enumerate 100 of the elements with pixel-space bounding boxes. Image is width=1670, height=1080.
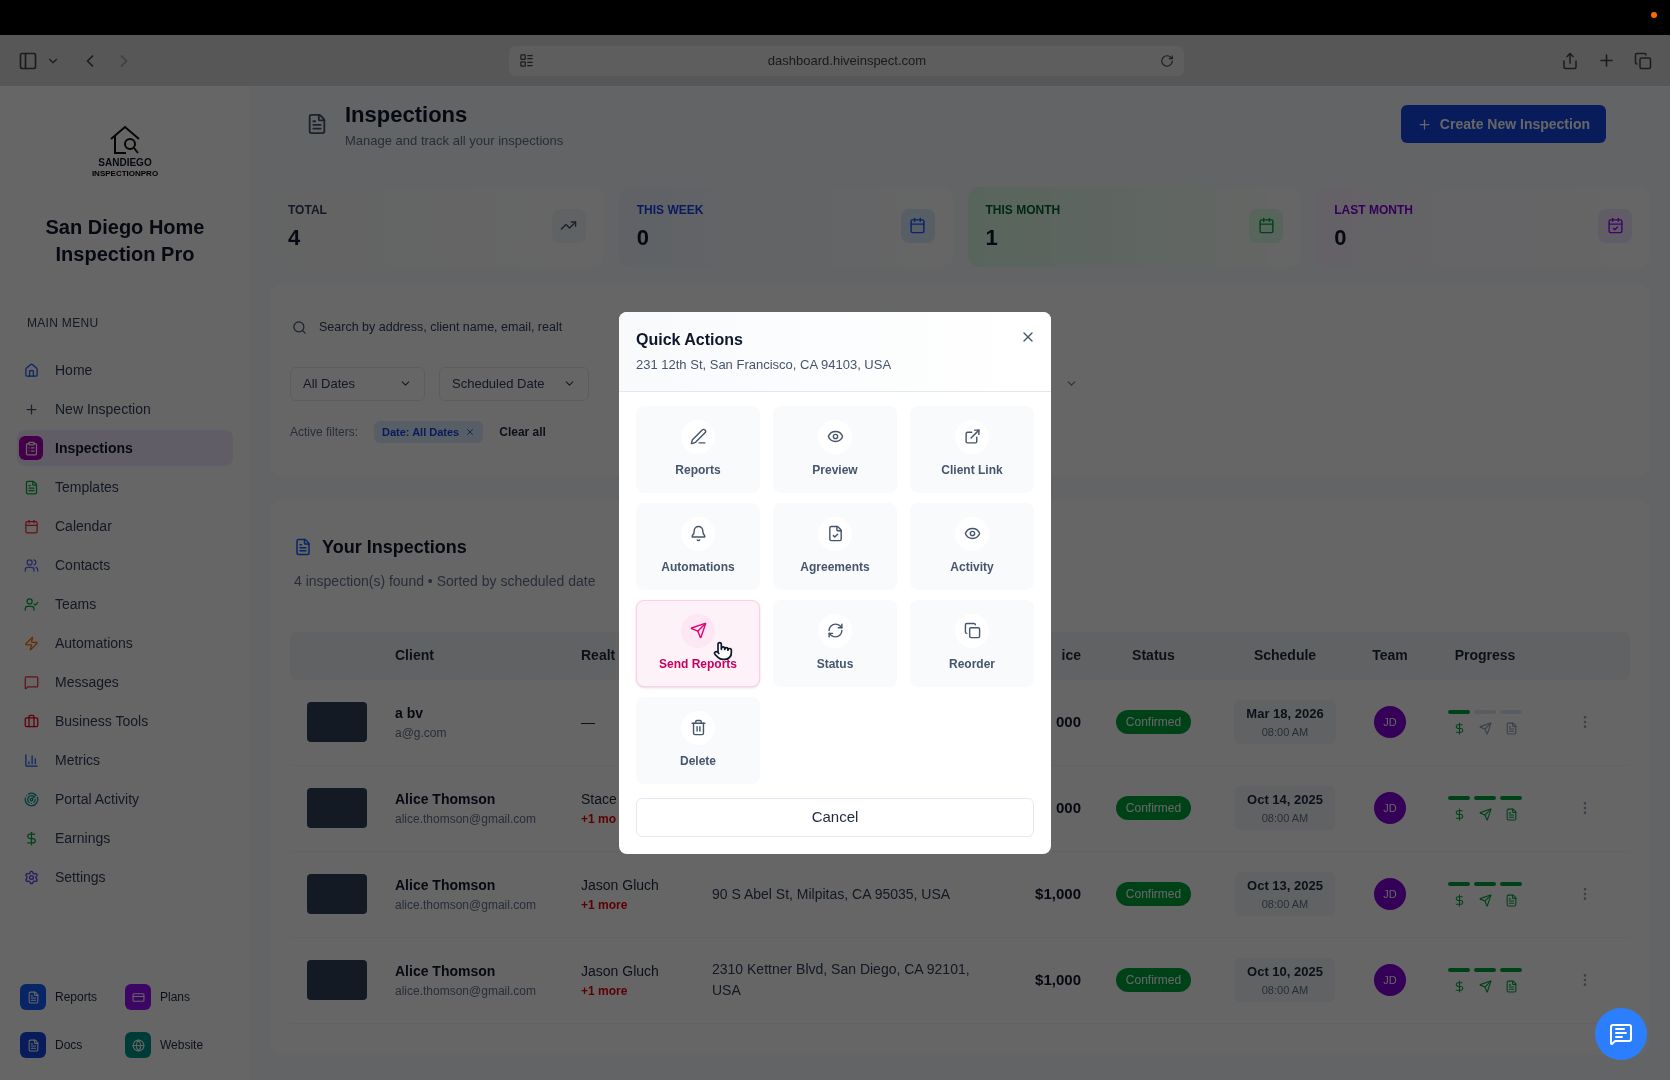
sidebar-item[interactable]: Business Tools (17, 703, 233, 739)
search-icon (292, 320, 307, 335)
sidebar-item[interactable]: Templates (17, 469, 233, 505)
sidebar-item[interactable]: Automations (17, 625, 233, 661)
photo-placeholder (307, 702, 367, 742)
clipboard-icon (19, 436, 43, 460)
copy-icon (963, 622, 981, 640)
dialog-subtitle: 231 12th St, San Francisco, CA 94103, USA (636, 356, 893, 375)
document-icon (1504, 979, 1518, 993)
team-avatar: JD (1374, 792, 1406, 824)
date-field-dropdown[interactable]: Scheduled Date (439, 366, 589, 401)
client-name: Alice Thomson (395, 961, 497, 981)
calendar-icon (900, 208, 935, 243)
client-name: a bv (395, 703, 424, 723)
stat-value: 0 (1334, 223, 1348, 252)
stat-label: THIS WEEK (636, 201, 704, 219)
logo-text: SANDIEGO (98, 158, 152, 168)
sidebar-item[interactable]: Teams (17, 586, 233, 622)
status-badge: Confirmed (1115, 796, 1192, 820)
column-header: Schedule (1252, 646, 1318, 665)
send-icon (1478, 979, 1492, 993)
column-header: Realt (580, 646, 617, 665)
column-header: Status (1131, 646, 1176, 665)
active-filters-label: Active filters: (290, 423, 358, 441)
date-range-dropdown[interactable]: All Dates (290, 366, 425, 401)
team-avatar: JD (1374, 706, 1406, 738)
sidebar-item[interactable]: Metrics (17, 742, 233, 778)
status-badge: Confirmed (1115, 882, 1192, 906)
shortcut-link[interactable]: Website (125, 1032, 230, 1058)
column-header: Team (1371, 646, 1409, 665)
page-subtitle: Manage and track all your inspections (345, 132, 564, 150)
stat-label: LAST MONTH (1334, 201, 1413, 219)
quick-action-tile[interactable]: Status (773, 599, 897, 687)
quick-action-tile[interactable]: Agreements (773, 502, 897, 590)
globe-icon (125, 1032, 151, 1058)
logo-subtext: INSPECTIONPRO (91, 170, 159, 178)
document-icon (20, 984, 46, 1010)
plus-icon (1416, 116, 1432, 132)
address-bar[interactable]: dashboard.hiveinspect.com (509, 45, 1184, 76)
bell-icon (689, 525, 707, 543)
quick-action-tile[interactable]: Send Reports (636, 599, 760, 687)
sidebar-item[interactable]: Inspections (17, 430, 233, 466)
sidebar-item[interactable]: Calendar (17, 508, 233, 544)
sidebar-item[interactable]: Settings (17, 859, 233, 895)
sidebar-item[interactable]: Earnings (17, 820, 233, 856)
url-text: dashboard.hiveinspect.com (766, 51, 928, 70)
shortcut-link[interactable]: Plans (125, 984, 230, 1010)
sidebar-item[interactable]: Home (17, 352, 233, 388)
new-tab-icon[interactable] (1597, 51, 1616, 70)
send-icon (1478, 893, 1492, 907)
stat-label: TOTAL (288, 201, 327, 219)
price-text: $1,000 (1035, 883, 1081, 904)
remove-icon[interactable] (465, 426, 476, 437)
create-inspection-button[interactable]: Create New Inspection (1400, 105, 1606, 144)
send-icon (1478, 807, 1492, 821)
sidebar-item[interactable]: Messages (17, 664, 233, 700)
photo-placeholder (307, 788, 367, 828)
stat-value: 4 (288, 223, 302, 252)
schedule-time: 08:00 AM (1261, 724, 1309, 740)
realtor-name: Stace (581, 789, 617, 809)
quick-action-tile[interactable]: Automations (636, 502, 760, 590)
photo-placeholder (307, 960, 367, 1000)
tabs-icon[interactable] (1634, 51, 1652, 70)
quick-action-tile[interactable]: Delete (636, 696, 760, 784)
page-title: Inspections (345, 101, 469, 129)
trash-icon (689, 719, 707, 737)
filter-chip[interactable]: Date: All Dates (374, 420, 484, 443)
cancel-button[interactable]: Cancel (636, 797, 1034, 837)
more-realtors-text: +1 more (581, 896, 628, 914)
client-email: alice.thomson@gmail.com (395, 896, 537, 914)
quick-action-tile[interactable]: Activity (910, 502, 1034, 590)
column-header: Client (394, 646, 435, 665)
quick-action-tile[interactable]: Reorder (910, 599, 1034, 687)
page-icon (519, 53, 534, 68)
shortcut-link[interactable]: Docs (20, 1032, 125, 1058)
status-badge: Confirmed (1115, 968, 1192, 992)
schedule-time: 08:00 AM (1261, 896, 1309, 912)
clear-all-link[interactable]: Clear all (499, 422, 546, 441)
team-avatar: JD (1374, 964, 1406, 996)
sidebar-toggle-icon[interactable] (18, 50, 38, 71)
client-name: Alice Thomson (395, 789, 497, 809)
quick-action-tile[interactable]: Client Link (910, 405, 1034, 493)
client-email: alice.thomson@gmail.com (395, 982, 537, 1000)
section-subtitle: 4 inspection(s) found • Sorted by scheduled date (293, 571, 597, 591)
dialog-title: Quick Actions (636, 330, 743, 351)
quick-action-tile[interactable]: Reports (636, 405, 760, 493)
address-text: 90 S Abel St, Milpitas, CA 95035, USA (712, 884, 952, 904)
calendar-check-icon (1598, 208, 1632, 243)
sidebar-item[interactable]: Contacts (17, 547, 233, 583)
search-field[interactable]: Search by address, client name, email, realt (290, 310, 615, 345)
more-realtors-text: +1 more (581, 982, 628, 1000)
send-icon (1478, 721, 1492, 735)
address-text: 2310 Kettner Blvd, San Diego, CA 92101, USA (712, 960, 971, 1000)
chat-icon (1609, 1022, 1633, 1046)
reload-icon[interactable] (1160, 53, 1174, 68)
shortcut-link[interactable]: Reports (20, 984, 125, 1010)
share-icon[interactable] (1561, 51, 1579, 70)
sidebar-item[interactable]: Portal Activity (17, 781, 233, 817)
sidebar-item[interactable]: New Inspection (17, 391, 233, 427)
quick-action-tile[interactable]: Preview (773, 405, 897, 493)
